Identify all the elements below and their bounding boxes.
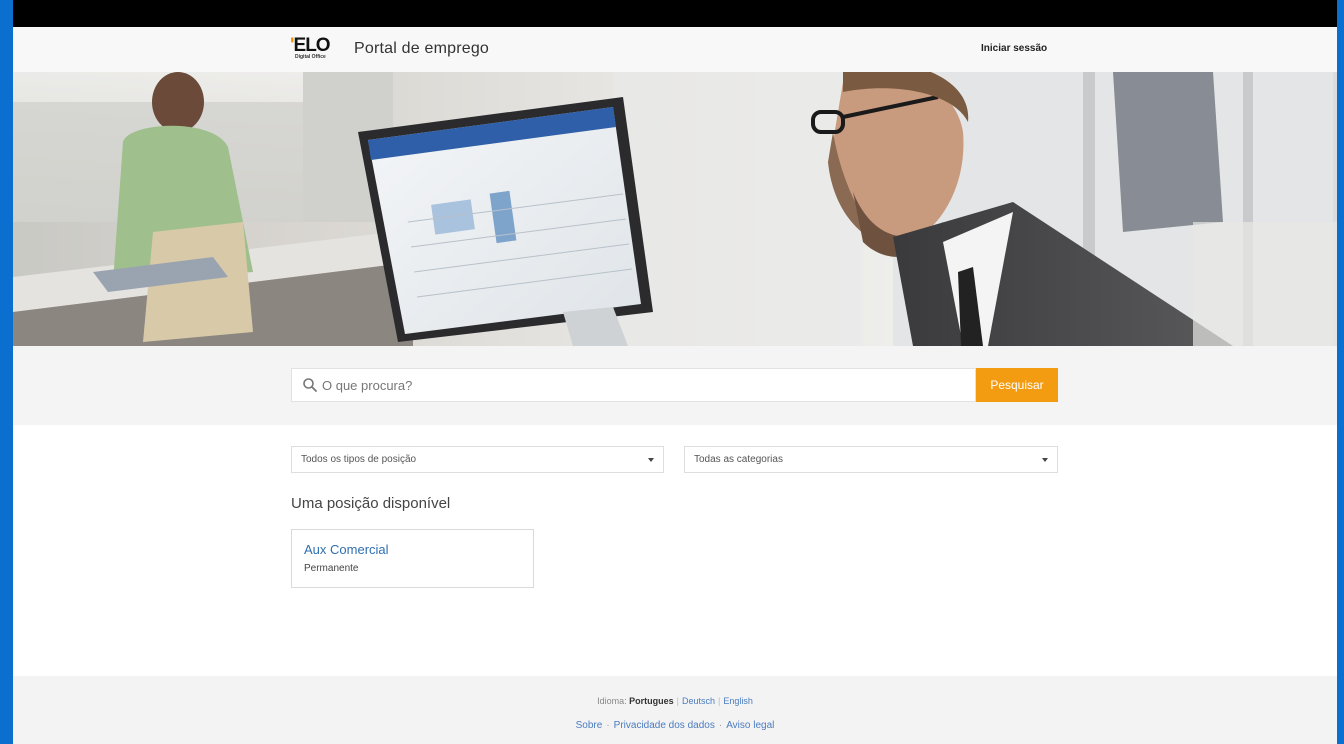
site-header: 'ELO Digital Office Portal de emprego In… [13, 27, 1337, 73]
footer-link-legal[interactable]: Aviso legal [726, 720, 774, 731]
language-deutsch[interactable]: Deutsch [682, 696, 715, 706]
search-button[interactable]: Pesquisar [976, 368, 1058, 402]
language-portugues[interactable]: Portugues [629, 696, 674, 706]
top-black-bar [13, 0, 1337, 27]
category-value: Todas as categorias [694, 454, 783, 465]
elo-logo[interactable]: 'ELO Digital Office [290, 35, 340, 63]
hero-image [13, 72, 1337, 346]
browser-frame: 'ELO Digital Office Portal de emprego In… [13, 0, 1337, 744]
login-link[interactable]: Iniciar sessão [981, 43, 1047, 54]
search-input[interactable] [322, 370, 962, 400]
footer-link-about[interactable]: Sobre [576, 720, 603, 731]
job-title-link[interactable]: Aux Comercial [304, 542, 389, 557]
site-footer: Idioma: Portugues | Deutsch | English Sobre ·… [13, 676, 1337, 744]
position-type-select[interactable]: Todos os tipos de posição [291, 446, 664, 473]
language-english[interactable]: English [723, 696, 753, 706]
job-type: Permanente [304, 563, 359, 574]
office-photo-icon [13, 72, 1337, 346]
search-band: Pesquisar [13, 346, 1337, 425]
job-card[interactable]: Aux Comercial Permanente [291, 529, 534, 588]
chevron-down-icon [648, 458, 654, 462]
position-type-value: Todos os tipos de posição [301, 454, 417, 465]
search-box[interactable] [291, 368, 976, 402]
chevron-down-icon [1042, 458, 1048, 462]
logo-subtext: Digital Office [295, 54, 326, 60]
language-switcher: Idioma: Portugues | Deutsch | English [597, 696, 753, 706]
portal-title: Portal de emprego [354, 40, 490, 57]
category-select[interactable]: Todas as categorias [684, 446, 1058, 473]
footer-link-privacy[interactable]: Privacidade dos dados [614, 720, 715, 731]
search-icon [303, 378, 317, 392]
footer-links: Sobre · Privacidade dos dados · Aviso legal [575, 720, 775, 731]
results-heading: Uma posição disponível [291, 495, 451, 512]
language-label: Idioma: [597, 696, 627, 706]
